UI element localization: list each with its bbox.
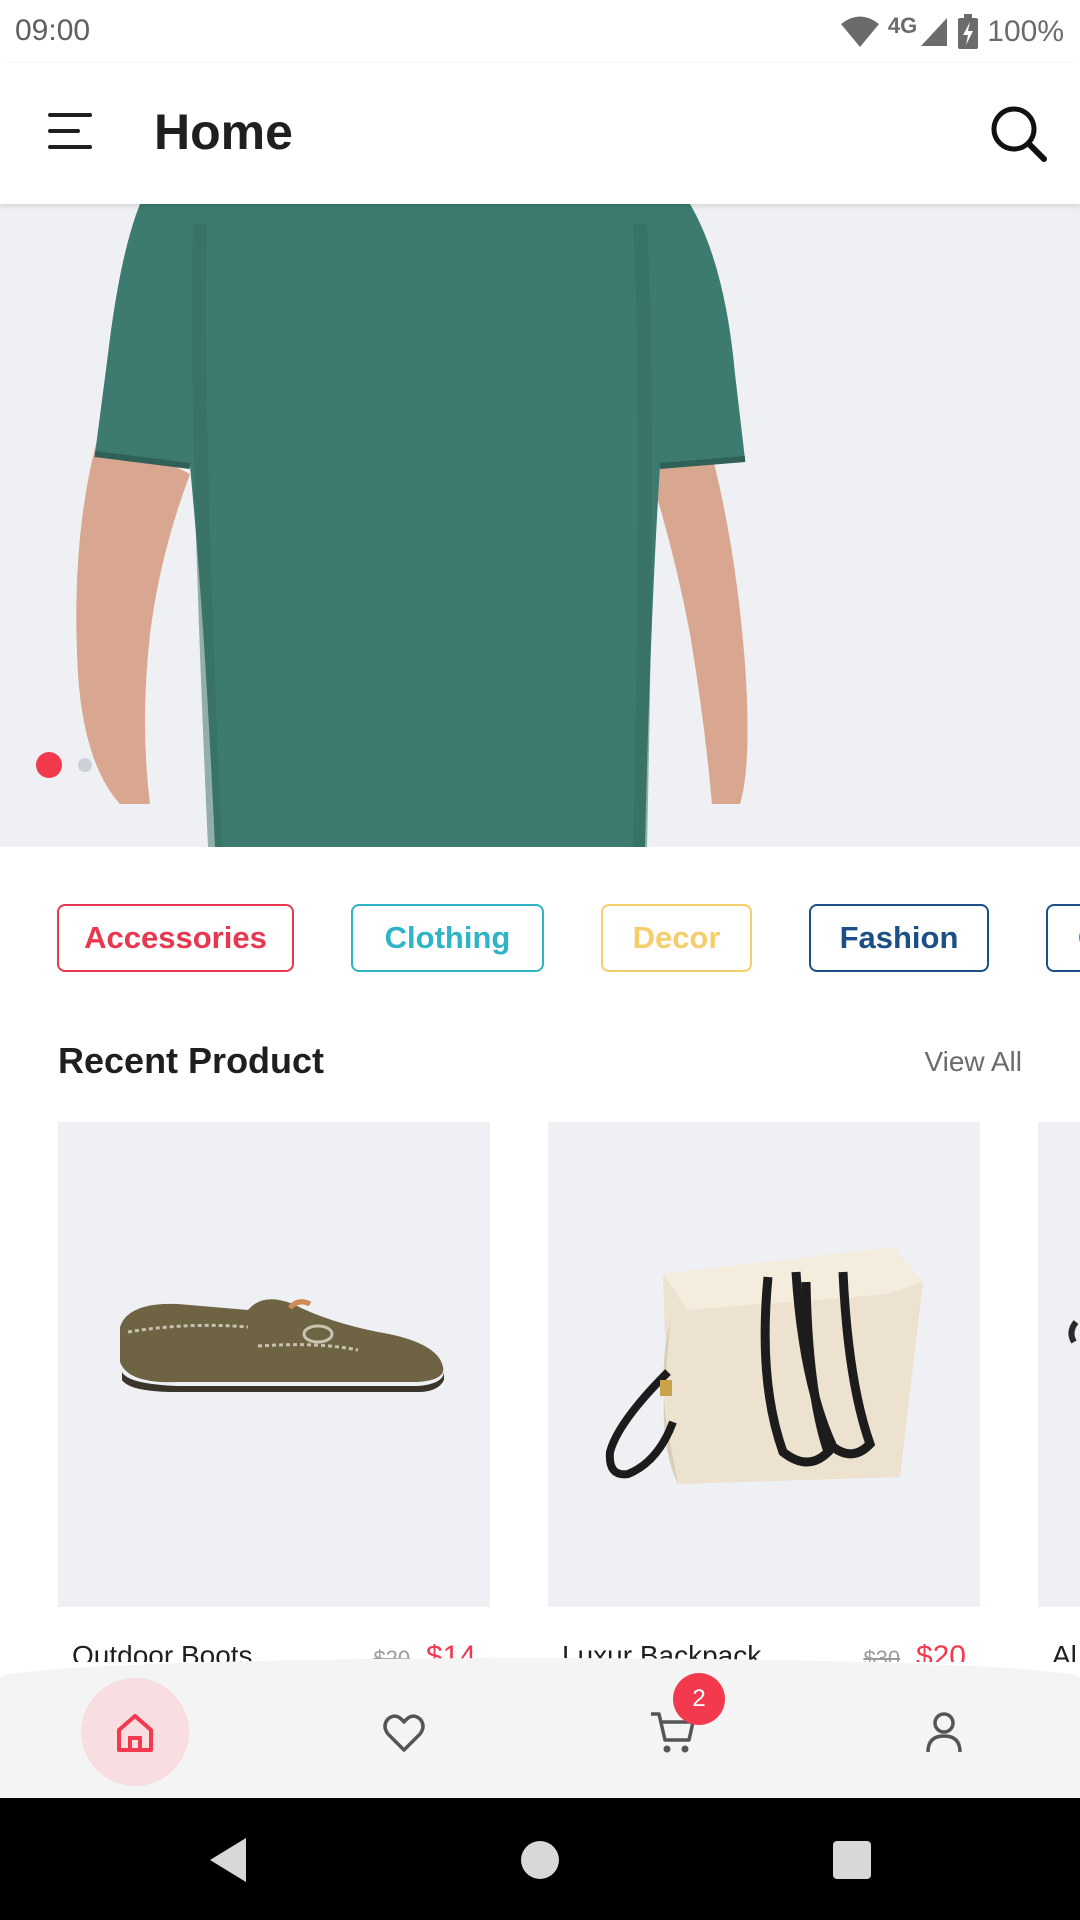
status-icons: 4G 100% — [840, 10, 1064, 54]
product-new-price: $20 — [915, 1640, 966, 1662]
category-chips: Accessories Clothing Decor Fashion G — [0, 904, 1080, 974]
signal-icon — [919, 16, 949, 48]
wifi-icon — [840, 15, 880, 49]
product-card[interactable]: Luxur Backpack $30 $20 — [548, 1122, 980, 1662]
page-title: Home — [154, 104, 293, 160]
product-price: $30 $20 — [863, 1640, 966, 1662]
hero-banner[interactable] — [0, 204, 1080, 847]
recents-icon[interactable] — [826, 1834, 878, 1886]
status-bar: 09:00 4G 100% — [0, 0, 1080, 63]
hamburger-menu-icon[interactable] — [44, 107, 98, 155]
product-card[interactable]: Outdoor Boots $20 $14 — [58, 1122, 490, 1662]
cart-badge: 2 — [673, 1673, 725, 1725]
product-name: Al — [1052, 1640, 1077, 1662]
product-image-loafer — [58, 1122, 490, 1607]
carousel-dot-active[interactable] — [36, 752, 62, 778]
category-chip-accessories[interactable]: Accessories — [57, 904, 294, 972]
product-card[interactable]: Al — [1038, 1122, 1080, 1662]
network-type: 4G — [887, 13, 918, 38]
category-chip-partial[interactable]: G — [1046, 904, 1080, 972]
battery-charging-icon — [957, 14, 979, 50]
search-icon[interactable] — [986, 101, 1050, 165]
product-image-tote-bag — [548, 1122, 980, 1607]
section-title: Recent Product — [58, 1040, 325, 1081]
product-meta: Al — [1052, 1640, 1080, 1662]
category-chip-fashion[interactable]: Fashion — [809, 904, 989, 972]
product-carousel: Outdoor Boots $20 $14 Luxur Backpack $30 — [0, 1122, 1080, 1662]
bottom-navigation — [0, 1658, 1080, 1798]
home-circle-icon[interactable] — [514, 1834, 566, 1886]
heart-icon[interactable] — [350, 1678, 458, 1786]
back-icon[interactable] — [204, 1834, 256, 1886]
view-all-link[interactable]: View All — [924, 1046, 1022, 1078]
app-bar: Home — [0, 63, 1080, 204]
status-time: 09:00 — [15, 14, 91, 47]
product-old-price: $30 — [863, 1646, 901, 1662]
product-image-partial — [1038, 1122, 1080, 1607]
category-chip-clothing[interactable]: Clothing — [351, 904, 544, 972]
carousel-dot[interactable] — [78, 758, 92, 772]
battery-level: 100% — [987, 15, 1064, 48]
product-name: Outdoor Boots — [72, 1640, 253, 1662]
carousel-dots — [36, 752, 92, 778]
tshirt-model-image — [76, 204, 748, 847]
system-navigation-bar — [0, 1798, 1080, 1920]
category-chip-decor[interactable]: Decor — [601, 904, 752, 972]
user-icon[interactable] — [890, 1678, 998, 1786]
home-icon[interactable] — [81, 1678, 189, 1786]
